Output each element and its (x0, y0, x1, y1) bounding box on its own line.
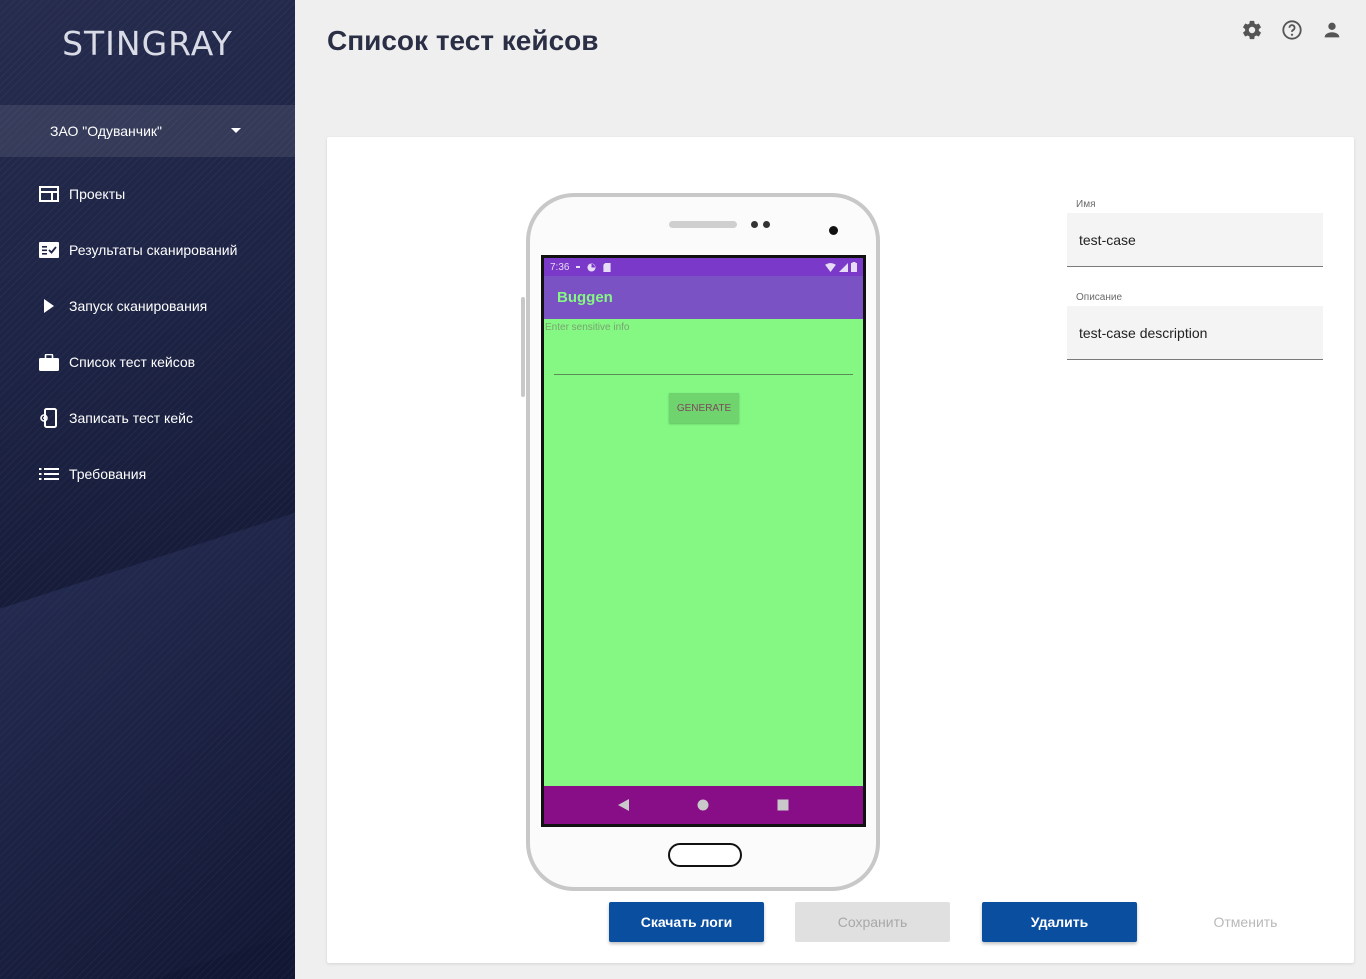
save-button[interactable]: Сохранить (795, 902, 950, 942)
phone-side-button (521, 297, 525, 397)
sidebar-item-test-cases[interactable]: Список тест кейсов (0, 334, 295, 390)
name-input[interactable]: test-case (1067, 213, 1323, 267)
sidebar-item-requirements[interactable]: Требования (0, 446, 295, 502)
description-label: Описание (1076, 292, 1123, 303)
organization-name: ЗАО "Одуванчик" (50, 123, 162, 139)
recents-icon[interactable] (777, 799, 789, 811)
phone-home-button[interactable] (668, 843, 742, 867)
chevron-down-icon (231, 128, 241, 133)
record-device-icon (38, 408, 59, 428)
device-screen[interactable]: 7:36 Buggen Enter sensitive info GENERAT… (541, 255, 866, 827)
download-logs-button[interactable]: Скачать логи (609, 902, 764, 942)
sidebar-item-projects[interactable]: Проекты (0, 166, 295, 222)
play-icon (38, 297, 59, 315)
description-field: Описание test-case description (1067, 292, 1323, 360)
back-icon[interactable] (617, 799, 630, 811)
generate-button[interactable]: GENERATE (669, 393, 739, 423)
organization-select[interactable]: ЗАО "Одуванчик" (0, 105, 295, 157)
phone-speaker (669, 221, 737, 228)
settings-icon[interactable] (1240, 18, 1264, 42)
battery-icon (851, 262, 857, 272)
sidebar-item-label: Требования (69, 466, 147, 482)
device-status-bar: 7:36 (544, 258, 863, 276)
test-case-card: 7:36 Buggen Enter sensitive info GENERAT… (327, 137, 1354, 963)
sidebar-item-record-test-case[interactable]: Записать тест кейс (0, 390, 295, 446)
phone-camera (829, 226, 838, 235)
name-field: Имя test-case (1067, 199, 1323, 267)
input-underline (554, 374, 853, 375)
sidebar-item-scan-results[interactable]: Результаты сканирований (0, 222, 295, 278)
list-icon (38, 465, 59, 483)
sidebar: STINGRAY ЗАО "Одуванчик" Проекты Результ… (0, 0, 295, 979)
phone-sensors (751, 221, 770, 228)
sidebar-item-label: Результаты сканирований (69, 242, 238, 258)
device-time: 7:36 (550, 261, 570, 273)
briefcase-icon (38, 353, 59, 371)
help-icon[interactable] (1280, 18, 1304, 42)
delete-button[interactable]: Удалить (982, 902, 1137, 942)
sensitive-info-input[interactable]: Enter sensitive info (544, 322, 863, 333)
sidebar-item-label: Проекты (69, 186, 126, 202)
sidebar-item-label: Список тест кейсов (69, 354, 196, 370)
scan-results-icon (38, 241, 59, 259)
page-title: Список тест кейсов (327, 25, 599, 56)
home-icon[interactable] (697, 799, 709, 811)
sync-icon (587, 262, 597, 272)
sidebar-nav: Проекты Результаты сканирований Запуск с… (0, 166, 295, 502)
device-nav-bar (544, 786, 863, 824)
sdcard-icon (603, 262, 612, 272)
wifi-icon (825, 262, 836, 272)
cancel-button[interactable]: Отменить (1168, 902, 1323, 942)
projects-icon (38, 185, 59, 203)
sidebar-item-start-scan[interactable]: Запуск сканирования (0, 278, 295, 334)
notification-dot-icon (576, 266, 581, 268)
description-input[interactable]: test-case description (1067, 306, 1323, 360)
app-bar-title: Buggen (544, 276, 863, 319)
signal-icon (839, 262, 848, 272)
logo: STINGRAY (62, 24, 233, 63)
name-label: Имя (1076, 199, 1096, 210)
account-icon[interactable] (1320, 18, 1344, 42)
phone-frame: 7:36 Buggen Enter sensitive info GENERAT… (521, 193, 880, 891)
header-actions (1240, 18, 1344, 42)
sidebar-item-label: Запуск сканирования (69, 298, 208, 314)
sidebar-item-label: Записать тест кейс (69, 410, 193, 426)
